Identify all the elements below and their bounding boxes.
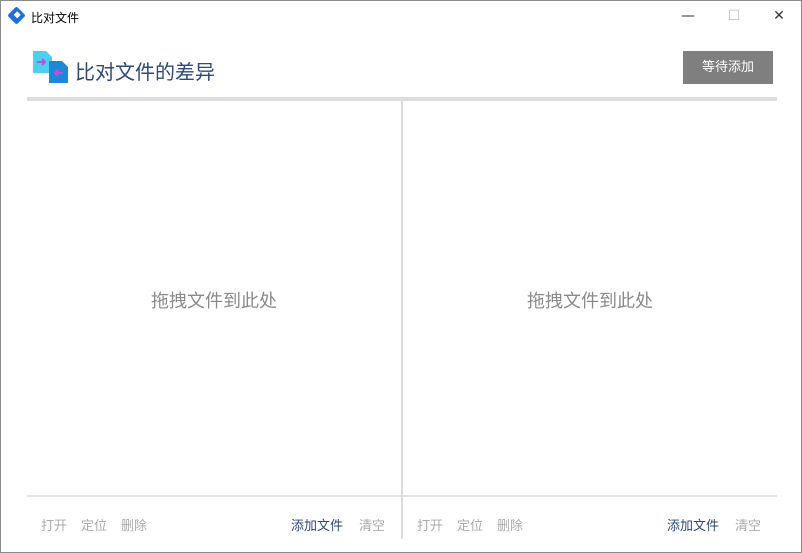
compare-files-icon (33, 51, 68, 83)
left-open-button[interactable]: 打开 (41, 515, 67, 534)
left-delete-button[interactable]: 删除 (121, 515, 147, 534)
right-footer-divider (403, 495, 777, 497)
left-add-file-button[interactable]: 添加文件 (291, 515, 343, 534)
right-locate-button[interactable]: 定位 (457, 515, 483, 534)
right-add-file-button[interactable]: 添加文件 (667, 515, 719, 534)
left-drop-zone[interactable]: 拖拽文件到此处 (27, 287, 401, 313)
left-clear-button[interactable]: 清空 (359, 515, 385, 534)
app-icon (7, 6, 26, 25)
waiting-status-button[interactable]: 等待添加 (683, 51, 773, 84)
right-open-button[interactable]: 打开 (417, 515, 443, 534)
maximize-button[interactable]: ☐ (711, 1, 757, 31)
panel-divider (401, 101, 403, 539)
right-drop-zone[interactable]: 拖拽文件到此处 (403, 287, 777, 313)
close-button[interactable]: ✕ (756, 1, 802, 31)
title-bar: 比对文件 — ☐ ✕ (1, 1, 801, 31)
left-locate-button[interactable]: 定位 (81, 515, 107, 534)
window-title: 比对文件 (31, 11, 80, 25)
page-title: 比对文件的差异 (75, 60, 215, 84)
minimize-button[interactable]: — (665, 1, 711, 31)
right-clear-button[interactable]: 清空 (735, 515, 761, 534)
right-delete-button[interactable]: 删除 (497, 515, 523, 534)
left-footer-divider (27, 495, 401, 497)
